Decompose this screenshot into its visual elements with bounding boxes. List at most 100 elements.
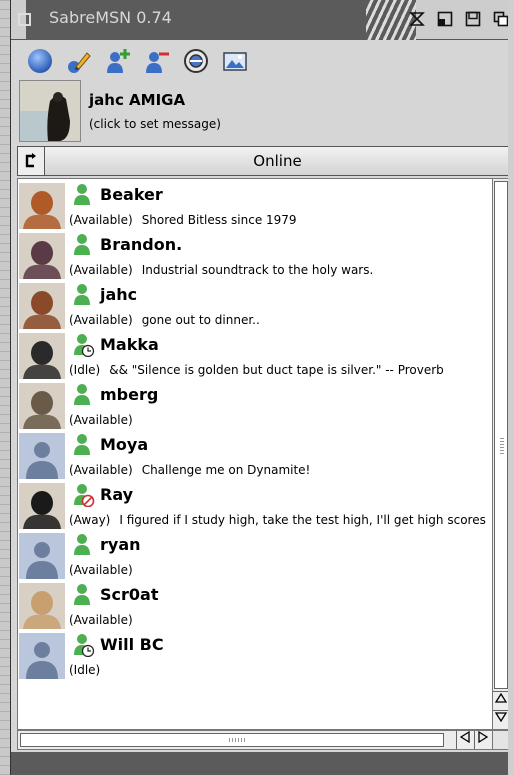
titlebar[interactable]: SabreMSN 0.74 — [11, 0, 514, 40]
contact-row[interactable]: Will BC (Idle) — [18, 631, 492, 681]
horizontal-scrollbar[interactable] — [17, 730, 493, 750]
contact-avatar — [19, 433, 65, 479]
contact-row[interactable]: Moya (Available) Challenge me on Dynamite! — [18, 431, 492, 481]
arrow-right-icon — [478, 730, 489, 744]
desktop-edge-left — [0, 0, 10, 775]
presence-away-icon — [72, 483, 98, 508]
contact-status-line: (Available) Industrial soundtrack to the … — [69, 263, 373, 277]
contact-personal-message: Challenge me on Dynamite! — [141, 463, 311, 477]
contact-row[interactable]: Ray (Away) I figured if I study high, take… — [18, 481, 492, 531]
block-icon — [184, 49, 208, 73]
scroll-right-button[interactable] — [474, 730, 491, 749]
my-profile: jahc AMIGA (click to set message) — [11, 80, 514, 144]
contact-status: (Available) — [69, 313, 133, 327]
add-contact-button[interactable] — [103, 46, 133, 76]
contact-avatar — [19, 383, 65, 429]
contact-status: (Available) — [69, 463, 133, 477]
contact-row[interactable]: Makka (Idle) && "Silence is golden but duc… — [18, 331, 492, 381]
contact-avatar — [19, 483, 65, 529]
contact-avatar — [19, 333, 65, 379]
presence-available-icon — [72, 233, 98, 257]
scroll-left-button[interactable] — [456, 730, 473, 749]
edit-profile-button[interactable] — [64, 46, 94, 76]
contact-status-line: (Available) gone out to dinner.. — [69, 313, 260, 327]
presence-available-icon — [72, 383, 98, 407]
close-button[interactable] — [15, 10, 33, 28]
contact-avatar — [19, 633, 65, 679]
presence-idle-icon — [72, 633, 98, 658]
contact-avatar — [19, 533, 65, 579]
scroll-down-button[interactable] — [493, 710, 509, 728]
cycle-status-button[interactable] — [17, 146, 45, 176]
contact-photo — [19, 233, 65, 279]
status-bar: Online — [17, 146, 511, 176]
block-contact-button[interactable] — [181, 46, 211, 76]
contact-name: jahc — [100, 285, 138, 304]
contact-status: (Idle) — [69, 363, 101, 377]
contact-name: ryan — [100, 535, 141, 554]
contact-name: Moya — [100, 435, 149, 454]
contact-row[interactable]: Beaker (Available) Shored Bitless since 19… — [18, 181, 492, 231]
sabremsn-window: SabreMSN 0.74 jahc AMIGA (click to set m… — [10, 0, 514, 775]
contact-personal-message: && "Silence is golden but duct tape is s… — [109, 363, 444, 377]
contact-name: mberg — [100, 385, 159, 404]
zoom-icon — [409, 12, 425, 26]
contact-photo — [19, 283, 65, 329]
remove-contact-button[interactable] — [142, 46, 172, 76]
contact-status-line: (Idle) — [69, 663, 109, 677]
pencil-icon — [68, 52, 91, 73]
contact-avatar — [19, 183, 65, 229]
contact-photo — [19, 483, 65, 529]
contact-personal-message: Industrial soundtrack to the holy wars. — [141, 263, 374, 277]
contact-row[interactable]: jahc (Available) gone out to dinner.. — [18, 281, 492, 331]
default-avatar-icon — [19, 533, 65, 579]
contact-name: Ray — [100, 485, 134, 504]
toolbar — [11, 41, 514, 81]
depth-icon — [465, 11, 481, 27]
zoom-button[interactable] — [407, 8, 427, 30]
status-select[interactable]: Online — [45, 146, 511, 176]
contact-row[interactable]: Scr0at (Available) — [18, 581, 492, 631]
status-orb-button[interactable] — [25, 46, 55, 76]
my-display-name[interactable]: jahc AMIGA — [89, 91, 185, 109]
contact-photo — [19, 383, 65, 429]
contact-status-line: (Available) — [69, 563, 142, 577]
presence-available-icon — [72, 283, 98, 307]
contact-avatar — [19, 583, 65, 629]
my-personal-message[interactable]: (click to set message) — [89, 117, 221, 131]
picture-icon — [223, 52, 247, 71]
picture-button[interactable] — [220, 46, 250, 76]
remove-user-icon — [146, 52, 169, 73]
contact-avatar — [19, 283, 65, 329]
depth-button[interactable] — [463, 8, 483, 30]
desktop-edge-right — [508, 0, 514, 775]
arrow-left-icon — [459, 730, 470, 744]
contact-row[interactable]: Brandon. (Available) Industrial soundtrack… — [18, 231, 492, 281]
arrow-down-icon — [494, 712, 508, 723]
contact-photo — [19, 183, 65, 229]
close-icon — [18, 13, 31, 26]
contact-status: (Available) — [69, 613, 133, 627]
my-avatar-image — [20, 81, 80, 141]
contact-status-line: (Available) — [69, 613, 142, 627]
my-avatar[interactable] — [19, 80, 81, 142]
contact-personal-message: Shored Bitless since 1979 — [141, 213, 297, 227]
horizontal-scroll-thumb[interactable] — [20, 733, 444, 747]
presence-available-icon — [72, 433, 98, 457]
contact-status: (Away) — [69, 513, 111, 527]
contact-photo — [19, 333, 65, 379]
iconify-button[interactable] — [435, 8, 455, 30]
contact-status-line: (Idle) && "Silence is golden but duct tap… — [69, 363, 444, 377]
presence-available-icon — [72, 583, 98, 607]
cycle-icon — [25, 153, 36, 168]
add-user-icon — [107, 49, 130, 73]
vertical-scroll-thumb[interactable] — [494, 181, 508, 689]
contact-row[interactable]: mberg (Available) — [18, 381, 492, 431]
scroll-grip — [500, 438, 504, 454]
contact-row[interactable]: ryan (Available) — [18, 531, 492, 581]
scroll-grip — [229, 738, 245, 742]
contact-name: Will BC — [100, 635, 164, 654]
scroll-up-button[interactable] — [493, 691, 509, 709]
blue-orb-icon — [28, 49, 52, 73]
default-avatar-icon — [19, 633, 65, 679]
